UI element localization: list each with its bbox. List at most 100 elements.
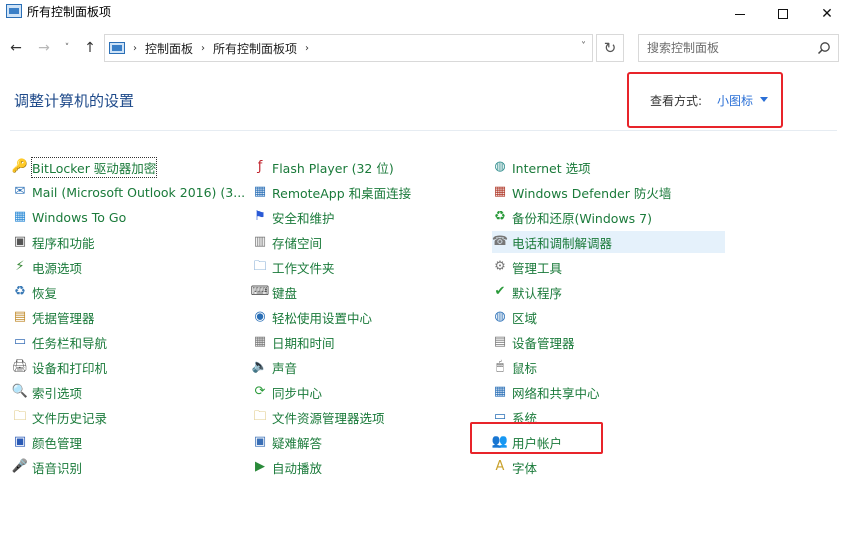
control-panel-item[interactable]: ▦ RemoteApp 和桌面连接: [252, 181, 411, 203]
item-label: 安全和维护: [272, 210, 335, 226]
speech-icon: 🎤: [11, 459, 29, 474]
close-icon: ✕: [821, 6, 833, 22]
backup-icon: ♻: [494, 209, 506, 224]
windows-to-go-icon: ▦: [13, 209, 27, 224]
control-panel-item[interactable]: ◍ Internet 选项: [492, 156, 590, 178]
breadcrumb-separator-icon[interactable]: ›: [133, 43, 137, 54]
control-panel-item[interactable]: 🗀 文件历史记录: [12, 406, 107, 428]
control-panel-item[interactable]: 🖱 鼠标: [492, 356, 537, 378]
control-panel-item[interactable]: 🗀 文件资源管理器选项: [252, 406, 384, 428]
color-management-icon: ▣: [13, 434, 27, 449]
control-panel-item[interactable]: ▤ 凭据管理器: [12, 306, 95, 328]
sound-icon: 🔈: [251, 359, 269, 374]
fonts-icon: A: [495, 459, 505, 474]
control-panel-item[interactable]: ▥ 存储空间: [252, 231, 322, 253]
breadcrumb-separator-icon[interactable]: ›: [201, 43, 205, 54]
minimize-icon: [735, 13, 745, 15]
breadcrumb-separator-icon[interactable]: ›: [305, 43, 309, 54]
control-panel-item[interactable]: 🔑 BitLocker 驱动器加密: [12, 156, 158, 178]
control-panel-item[interactable]: ⌨ 键盘: [250, 281, 297, 303]
item-label: 声音: [272, 360, 298, 376]
control-panel-item[interactable]: ♻ 恢复: [12, 281, 57, 303]
item-label: 索引选项: [32, 385, 83, 401]
annotation-highlight-box: [470, 422, 603, 454]
control-panel-item[interactable]: 🔍 索引选项: [12, 381, 82, 403]
control-panel-item[interactable]: ▣ 程序和功能: [12, 231, 95, 253]
item-label: 日期和时间: [272, 335, 335, 351]
address-bar[interactable]: › 控制面板 › 所有控制面板项 › ˅: [104, 34, 593, 62]
mail-icon: ✉: [14, 184, 26, 199]
control-panel-item[interactable]: ⚑ 安全和维护: [252, 206, 335, 228]
breadcrumb-all-items[interactable]: 所有控制面板项: [213, 40, 297, 57]
control-panel-item[interactable]: ▭ 任务栏和导航: [12, 331, 107, 353]
item-label: 凭据管理器: [32, 310, 95, 326]
control-panel-item[interactable]: ☎ 电话和调制解调器: [492, 231, 725, 253]
control-panel-item[interactable]: A 字体: [492, 456, 537, 478]
item-label: Mail (Microsoft Outlook 2016) (3...: [32, 184, 246, 200]
control-panel-item[interactable]: ⟳ 同步中心: [252, 381, 322, 403]
work-folders-icon: 🗀: [253, 259, 267, 274]
date-time-icon: ▦: [253, 334, 267, 349]
item-label: 默认程序: [512, 285, 563, 301]
control-panel-item[interactable]: ▣ 颜色管理: [12, 431, 82, 453]
control-panel-item[interactable]: ✉ Mail (Microsoft Outlook 2016) (3...: [12, 181, 246, 203]
control-panel-item[interactable]: ▣ 疑难解答: [252, 431, 322, 453]
keyboard-icon: ⌨: [250, 284, 270, 299]
chevron-down-icon: ˅: [64, 43, 70, 53]
explorer-options-icon: 🗀: [253, 409, 267, 424]
item-label: 工作文件夹: [272, 260, 335, 276]
maximize-button[interactable]: [760, 0, 806, 28]
control-panel-item[interactable]: ◍ 区域: [492, 306, 537, 328]
breadcrumb-control-panel[interactable]: 控制面板: [145, 40, 193, 57]
storage-icon: ▥: [253, 234, 267, 249]
navigation-bar: ← → ˅ ↑ › 控制面板 › 所有控制面板项 › ˅ ↻: [0, 30, 847, 66]
ease-of-access-icon: ◉: [254, 309, 266, 324]
search-input[interactable]: [647, 41, 817, 55]
item-label: BitLocker 驱动器加密: [30, 156, 158, 178]
up-button[interactable]: ↑: [80, 38, 100, 58]
recent-locations-button[interactable]: ˅: [60, 38, 74, 58]
close-button[interactable]: ✕: [804, 0, 847, 28]
item-label: 颜色管理: [32, 435, 83, 451]
control-panel-item[interactable]: ♻ 备份和还原(Windows 7): [492, 206, 652, 228]
dropdown-caret-icon[interactable]: [760, 97, 768, 102]
control-panel-item[interactable]: 🖨 设备和打印机: [12, 356, 107, 378]
header-divider: [10, 130, 837, 131]
view-by-dropdown[interactable]: 小图标: [717, 92, 753, 109]
item-label: 程序和功能: [32, 235, 95, 251]
address-dropdown-icon[interactable]: ˅: [581, 41, 586, 52]
firewall-icon: ▦: [493, 184, 507, 199]
control-panel-item[interactable]: ⚡ 电源选项: [12, 256, 82, 278]
item-label: 文件历史记录: [32, 410, 108, 426]
window-title: 所有控制面板项: [27, 5, 112, 19]
control-panel-item[interactable]: ▦ Windows Defender 防火墙: [492, 181, 672, 203]
control-panel-item[interactable]: ƒ Flash Player (32 位): [252, 156, 394, 178]
control-panel-item[interactable]: 🗀 工作文件夹: [252, 256, 335, 278]
forward-button[interactable]: →: [34, 38, 54, 58]
control-panel-item[interactable]: ▦ 日期和时间: [252, 331, 335, 353]
control-panel-item[interactable]: ▦ 网络和共享中心: [492, 381, 600, 403]
item-label: 疑难解答: [272, 435, 323, 451]
control-panel-item[interactable]: ◉ 轻松使用设置中心: [252, 306, 372, 328]
control-panel-item[interactable]: 🔈 声音: [252, 356, 297, 378]
item-label: 恢复: [32, 285, 58, 301]
control-panel-item[interactable]: ▦ Windows To Go: [12, 206, 126, 228]
search-icon[interactable]: [817, 41, 831, 55]
refresh-button[interactable]: ↻: [596, 34, 624, 62]
control-panel-item[interactable]: ▶ 自动播放: [252, 456, 322, 478]
page-title: 调整计算机的设置: [14, 92, 135, 110]
indexing-icon: 🔍: [11, 384, 29, 399]
control-panel-item[interactable]: 🎤 语音识别: [12, 456, 82, 478]
back-button[interactable]: ←: [6, 38, 26, 58]
search-box[interactable]: [638, 34, 839, 62]
recovery-icon: ♻: [14, 284, 26, 299]
network-sharing-icon: ▦: [493, 384, 507, 399]
item-label: 存储空间: [272, 235, 323, 251]
control-panel-item[interactable]: ⚙ 管理工具: [492, 256, 562, 278]
control-panel-item[interactable]: ▤ 设备管理器: [492, 331, 575, 353]
control-panel-item[interactable]: ✔ 默认程序: [492, 281, 562, 303]
minimize-button[interactable]: [717, 0, 763, 28]
item-label: 网络和共享中心: [512, 385, 600, 401]
item-label: 语音识别: [32, 460, 83, 476]
item-label: 管理工具: [512, 260, 563, 276]
